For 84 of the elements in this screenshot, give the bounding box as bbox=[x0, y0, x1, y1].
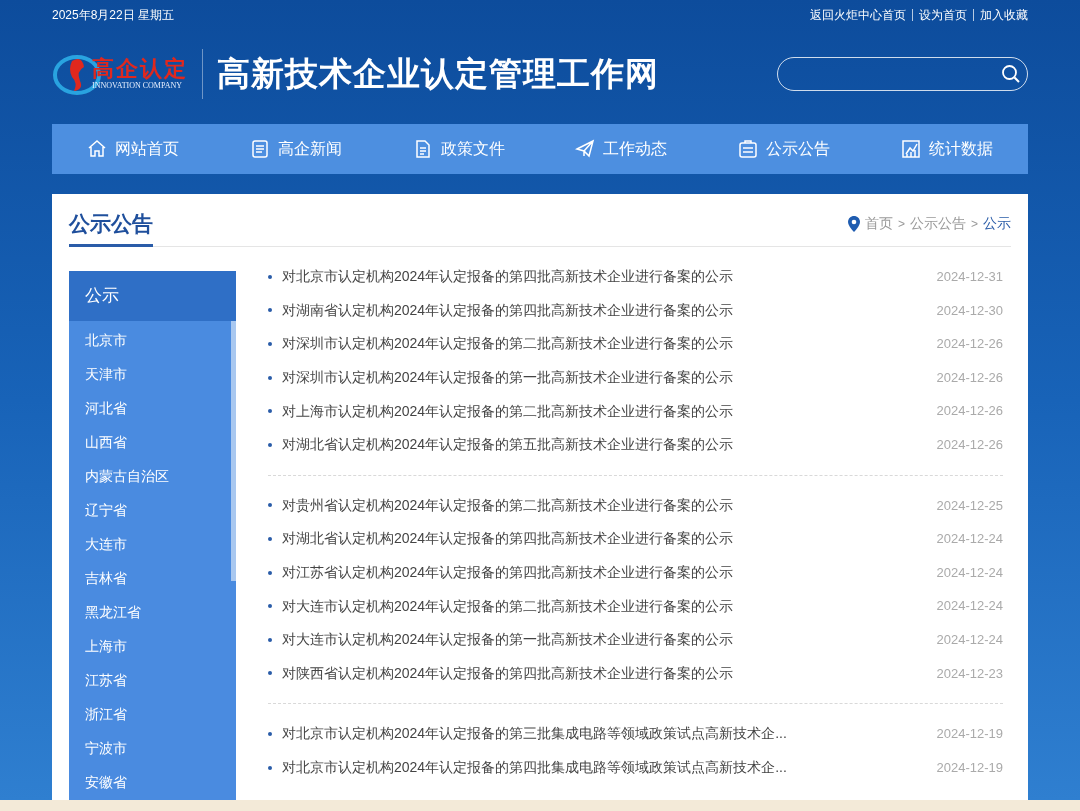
date-text: 2025年8月22日 星期五 bbox=[52, 7, 175, 24]
location-pin-icon bbox=[847, 215, 860, 232]
top-link[interactable]: 加入收藏 bbox=[980, 6, 1028, 24]
sidebar-item[interactable]: 内蒙古自治区 bbox=[85, 465, 169, 487]
scrollbar[interactable] bbox=[231, 321, 236, 581]
notice-link[interactable]: 对北京市认定机构2024年认定报备的第四批高新技术企业进行备案的公示 bbox=[282, 266, 734, 288]
notice-date: 2024-12-23 bbox=[936, 664, 1003, 683]
bullet-icon bbox=[268, 671, 272, 676]
nav-tab[interactable]: 公示公告 bbox=[702, 124, 866, 174]
sidebar-item[interactable]: 吉林省 bbox=[85, 567, 127, 589]
nav-tab[interactable]: 网站首页 bbox=[52, 124, 215, 174]
sidebar-item[interactable]: 安徽省 bbox=[85, 771, 127, 793]
notice-date: 2024-12-26 bbox=[936, 402, 1003, 421]
bullet-icon bbox=[268, 570, 272, 575]
bullet-icon bbox=[268, 604, 272, 609]
notice-date: 2024-12-26 bbox=[936, 368, 1003, 387]
sidebar-item[interactable]: 黑龙江省 bbox=[85, 601, 141, 623]
breadcrumb-separator: > bbox=[897, 215, 905, 233]
sidebar-title: 公示 bbox=[69, 271, 236, 321]
notice-date: 2024-12-25 bbox=[936, 496, 1003, 515]
notice-link[interactable]: 对大连市认定机构2024年认定报备的第二批高新技术企业进行备案的公示 bbox=[282, 595, 734, 617]
sidebar-item[interactable]: 浙江省 bbox=[85, 703, 127, 725]
notice-link[interactable]: 对北京市认定机构2024年认定报备的第四批集成电路等领域政策试点高新技术企... bbox=[282, 757, 787, 778]
notice-date: 2024-12-24 bbox=[936, 530, 1003, 549]
notice-link[interactable]: 对深圳市认定机构2024年认定报备的第二批高新技术企业进行备案的公示 bbox=[282, 333, 734, 355]
bullet-icon bbox=[268, 308, 272, 313]
home-icon bbox=[87, 139, 108, 159]
top-link[interactable]: 设为首页 bbox=[919, 6, 967, 24]
section-title: 公示公告 bbox=[69, 207, 153, 247]
chart-icon bbox=[900, 139, 921, 159]
nav-tab[interactable]: 工作动态 bbox=[540, 124, 703, 174]
breadcrumb-link[interactable]: 公示公告 bbox=[910, 213, 966, 234]
sidebar-item[interactable]: 天津市 bbox=[85, 363, 127, 385]
logo-text: 高企认定 bbox=[92, 58, 188, 80]
notice-date: 2024-12-24 bbox=[936, 631, 1003, 649]
clipboard-icon bbox=[738, 139, 758, 159]
notice-date: 2024-12-26 bbox=[936, 436, 1003, 454]
nav-tab[interactable]: 政策文件 bbox=[377, 124, 540, 174]
bullet-icon bbox=[268, 375, 272, 380]
bullet-icon bbox=[268, 731, 272, 736]
notice-date: 2024-12-26 bbox=[936, 335, 1003, 354]
bullet-icon bbox=[268, 342, 272, 346]
paper-plane-icon bbox=[575, 139, 596, 159]
sidebar-item[interactable]: 山西省 bbox=[85, 431, 127, 453]
bullet-icon bbox=[268, 637, 272, 642]
bullet-icon bbox=[268, 503, 272, 508]
sidebar-item[interactable]: 大连市 bbox=[85, 533, 127, 555]
nav-tab[interactable]: 高企新闻 bbox=[214, 124, 378, 174]
notice-link[interactable]: 对湖南省认定机构2024年认定报备的第四批高新技术企业进行备案的公示 bbox=[282, 299, 734, 321]
notice-link[interactable]: 对陕西省认定机构2024年认定报备的第四批高新技术企业进行备案的公示 bbox=[282, 662, 734, 684]
bullet-icon bbox=[268, 765, 272, 770]
notice-link[interactable]: 对湖北省认定机构2024年认定报备的第四批高新技术企业进行备案的公示 bbox=[282, 528, 734, 550]
top-link[interactable]: 返回火炬中心首页 bbox=[810, 6, 906, 24]
breadcrumb-link[interactable]: 公示 bbox=[983, 213, 1011, 234]
sidebar-item[interactable]: 辽宁省 bbox=[85, 499, 127, 521]
notice-link[interactable]: 对上海市认定机构2024年认定报备的第二批高新技术企业进行备案的公示 bbox=[282, 400, 734, 422]
notice-date: 2024-12-24 bbox=[936, 563, 1003, 582]
notice-link[interactable]: 对贵州省认定机构2024年认定报备的第二批高新技术企业进行备案的公示 bbox=[282, 494, 734, 516]
bullet-icon bbox=[268, 536, 272, 541]
document-icon bbox=[250, 139, 270, 159]
notice-date: 2024-12-24 bbox=[936, 597, 1003, 616]
bullet-icon bbox=[268, 442, 272, 447]
logo-subtext: INNOVATION COMPANY bbox=[92, 82, 183, 90]
notice-link[interactable]: 对江苏省认定机构2024年认定报备的第四批高新技术企业进行备案的公示 bbox=[282, 562, 734, 584]
notice-date: 2024-12-30 bbox=[936, 301, 1003, 320]
sidebar-item[interactable]: 宁波市 bbox=[85, 737, 127, 759]
search-icon[interactable] bbox=[1001, 64, 1021, 84]
sidebar-item[interactable]: 河北省 bbox=[85, 397, 127, 419]
notice-date: 2024-12-19 bbox=[936, 758, 1003, 777]
notice-date: 2024-12-31 bbox=[936, 268, 1003, 287]
nav-tab[interactable]: 统计数据 bbox=[865, 124, 1028, 174]
sidebar-item[interactable]: 上海市 bbox=[85, 635, 127, 657]
breadcrumb-separator: > bbox=[971, 215, 978, 233]
site-title: 高新技术企业认定管理工作网 bbox=[217, 53, 659, 96]
notice-date: 2024-12-19 bbox=[936, 725, 1003, 744]
notice-link[interactable]: 对大连市认定机构2024年认定报备的第一批高新技术企业进行备案的公示 bbox=[282, 629, 734, 651]
breadcrumb-link[interactable]: 首页 bbox=[864, 213, 893, 234]
notice-link[interactable]: 对湖北省认定机构2024年认定报备的第五批高新技术企业进行备案的公示 bbox=[282, 434, 734, 456]
bullet-icon bbox=[268, 409, 272, 414]
sidebar-item[interactable]: 江苏省 bbox=[85, 669, 127, 691]
sidebar-item[interactable]: 北京市 bbox=[85, 329, 127, 351]
notice-link[interactable]: 对北京市认定机构2024年认定报备的第三批集成电路等领域政策试点高新技术企... bbox=[282, 723, 787, 745]
bullet-icon bbox=[268, 274, 272, 279]
notice-link[interactable]: 对深圳市认定机构2024年认定报备的第一批高新技术企业进行备案的公示 bbox=[282, 367, 734, 389]
